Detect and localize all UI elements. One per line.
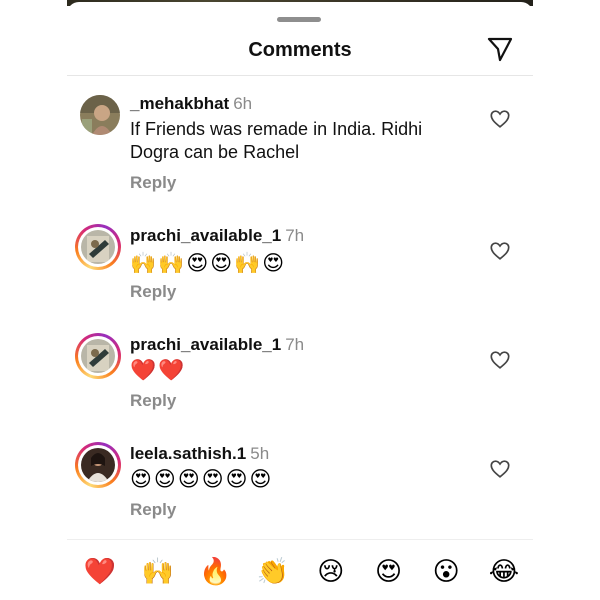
avatar-photo xyxy=(81,230,115,264)
emoji: ❤️ xyxy=(130,358,157,382)
emoji: 😍 xyxy=(249,467,272,491)
avatar-container[interactable] xyxy=(75,90,121,136)
reply-button[interactable]: Reply xyxy=(130,500,176,520)
emoji-comment: 😍 😍 😍 😍 😍 😍 xyxy=(130,466,271,492)
reply-button[interactable]: Reply xyxy=(130,173,176,193)
emoji: 😍 xyxy=(201,467,224,491)
comment-meta: prachi_available_1 7h xyxy=(130,226,304,246)
comment-meta: leela.sathish.1 5h xyxy=(130,444,269,464)
paper-plane-icon xyxy=(487,37,513,62)
emoji: 🙌 xyxy=(158,251,185,275)
heart-outline-icon[interactable] xyxy=(489,240,511,262)
timestamp: 5h xyxy=(250,444,270,463)
username[interactable]: prachi_available_1 xyxy=(130,335,281,354)
avatar xyxy=(81,448,115,482)
avatar-photo xyxy=(81,339,115,373)
username[interactable]: prachi_available_1 xyxy=(130,226,281,245)
emoji: 😍 xyxy=(177,467,200,491)
avatar-photo xyxy=(80,95,120,135)
quick-reaction-bar: ❤️ 🙌 🔥 👏 😢 😍 😮 😂 xyxy=(82,554,522,590)
avatar-story-ring[interactable] xyxy=(75,224,121,270)
reaction-bar-divider xyxy=(67,539,533,540)
reply-button[interactable]: Reply xyxy=(130,282,176,302)
timestamp: 7h xyxy=(285,226,305,245)
emoji-comment: 🙌 🙌 😍 😍 🙌 😍 xyxy=(130,250,284,276)
avatar xyxy=(80,95,120,135)
screen: Comments _mehakbhat 6h If Friends was re… xyxy=(0,0,600,600)
heart-outline-icon[interactable] xyxy=(489,349,511,371)
reaction-surprised-button[interactable]: 😮 xyxy=(428,554,464,590)
reaction-heart-eyes-button[interactable]: 😍 xyxy=(371,554,407,590)
timestamp: 6h xyxy=(233,94,253,113)
emoji: 🙌 xyxy=(130,251,157,275)
emoji: 😍 xyxy=(262,251,285,275)
emoji: 😍 xyxy=(225,467,248,491)
emoji: 😍 xyxy=(130,467,152,491)
emoji-comment: ❤️ ❤️ xyxy=(130,357,184,383)
comments-sheet: Comments _mehakbhat 6h If Friends was re… xyxy=(67,2,533,600)
reply-button[interactable]: Reply xyxy=(130,391,176,411)
reaction-raised-hands-button[interactable]: 🙌 xyxy=(140,554,176,590)
header-divider xyxy=(67,75,533,76)
reaction-crying-button[interactable]: 😢 xyxy=(313,554,349,590)
comment-text: If Friends was remade in India. Ridhi Do… xyxy=(130,119,423,162)
comment-meta: _mehakbhat 6h xyxy=(130,94,252,114)
avatar-story-ring[interactable] xyxy=(75,442,121,488)
reaction-clap-button[interactable]: 👏 xyxy=(255,554,291,590)
emoji: ❤️ xyxy=(158,358,185,382)
heart-outline-icon[interactable] xyxy=(489,108,511,130)
comment-meta: prachi_available_1 7h xyxy=(130,335,304,355)
emoji: 😍 xyxy=(153,467,176,491)
emoji: 😍 xyxy=(186,251,209,275)
reaction-laughing-button[interactable]: 😂 xyxy=(486,554,522,590)
emoji: 😍 xyxy=(210,251,233,275)
send-button[interactable] xyxy=(485,34,515,64)
username[interactable]: _mehakbhat xyxy=(130,94,229,113)
avatar xyxy=(81,339,115,373)
sheet-title: Comments xyxy=(248,39,352,61)
reaction-fire-button[interactable]: 🔥 xyxy=(197,554,233,590)
heart-outline-icon[interactable] xyxy=(489,458,511,480)
reaction-heart-button[interactable]: ❤️ xyxy=(82,554,118,590)
emoji: 🙌 xyxy=(234,251,261,275)
username[interactable]: leela.sathish.1 xyxy=(130,444,246,463)
avatar-story-ring[interactable] xyxy=(75,333,121,379)
avatar-photo xyxy=(81,448,115,482)
sheet-drag-handle[interactable] xyxy=(277,17,321,22)
timestamp: 7h xyxy=(285,335,305,354)
avatar xyxy=(81,230,115,264)
